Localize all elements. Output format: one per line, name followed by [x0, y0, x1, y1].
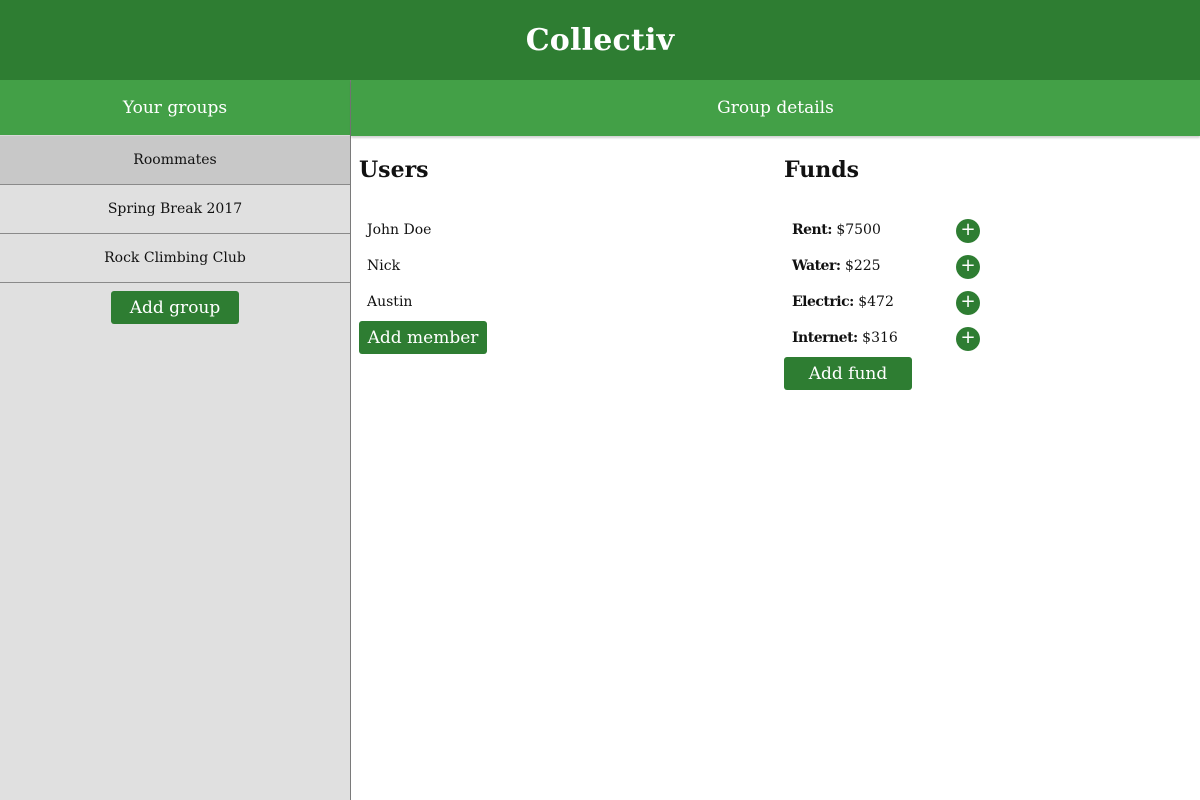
fund-item-rent: Rent: $7500 + [792, 212, 1092, 248]
fund-name: Electric: [792, 294, 854, 310]
fund-name: Rent: [792, 222, 832, 238]
user-item: Austin [367, 294, 413, 310]
add-member-button[interactable]: Add member [359, 321, 487, 354]
user-list: John Doe Nick Austin [367, 212, 431, 320]
plus-icon[interactable]: + [956, 219, 980, 243]
fund-amount: $7500 [836, 222, 881, 238]
plus-icon[interactable]: + [956, 327, 980, 351]
sidebar: Your groups Roommates Spring Break 2017 … [0, 80, 351, 800]
group-item-roommates[interactable]: Roommates [0, 136, 350, 185]
group-item-rock-climbing-club[interactable]: Rock Climbing Club [0, 234, 350, 283]
group-item-spring-break-2017[interactable]: Spring Break 2017 [0, 185, 350, 234]
app-title: Collectiv [525, 22, 675, 58]
group-item-label: Rock Climbing Club [104, 250, 246, 266]
fund-amount: $316 [862, 330, 898, 346]
group-list: Roommates Spring Break 2017 Rock Climbin… [0, 136, 350, 283]
fund-list: Rent: $7500 + Water: $225 + Electric: $4… [792, 212, 1092, 356]
plus-icon[interactable]: + [956, 255, 980, 279]
plus-icon[interactable]: + [956, 291, 980, 315]
add-group-button[interactable]: Add group [111, 291, 239, 324]
fund-name: Internet: [792, 330, 858, 346]
users-title: Users [359, 157, 429, 183]
fund-amount: $472 [858, 294, 894, 310]
fund-item-water: Water: $225 + [792, 248, 1092, 284]
group-item-label: Roommates [133, 152, 217, 168]
add-fund-button[interactable]: Add fund [784, 357, 912, 390]
fund-item-internet: Internet: $316 + [792, 320, 1092, 356]
fund-name: Water: [792, 258, 841, 274]
fund-item-electric: Electric: $472 + [792, 284, 1092, 320]
fund-amount: $225 [844, 258, 881, 274]
add-group-wrap: Add group [0, 291, 350, 324]
user-item: Nick [367, 258, 401, 274]
funds-title: Funds [784, 157, 859, 183]
group-details-panel: Group details Users John Doe Nick Austin… [351, 80, 1200, 800]
group-details-header: Group details [351, 80, 1200, 136]
sidebar-header: Your groups [0, 80, 350, 136]
group-item-label: Spring Break 2017 [107, 201, 243, 217]
user-item: John Doe [367, 222, 432, 238]
app-header: Collectiv [0, 0, 1200, 80]
